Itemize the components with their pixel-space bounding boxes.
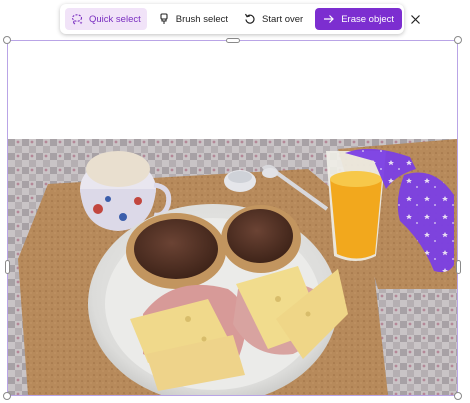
breakfast-photo[interactable]: [8, 139, 457, 395]
start-over-button[interactable]: Start over: [238, 8, 309, 30]
quick-select-label: Quick select: [89, 13, 141, 25]
resize-handle-top[interactable]: [226, 38, 240, 43]
start-over-label: Start over: [262, 13, 304, 25]
lasso-sparkle-icon: [71, 14, 83, 25]
photo-image: [8, 139, 457, 395]
resize-handle-left[interactable]: [5, 260, 10, 274]
resize-handle-top-left[interactable]: [3, 36, 11, 44]
resize-handle-bottom-right[interactable]: [454, 392, 462, 400]
close-button[interactable]: [406, 8, 431, 30]
erase-object-button[interactable]: Erase object: [315, 8, 403, 30]
arrow-right-icon: [324, 15, 335, 23]
close-icon: [411, 14, 420, 24]
erase-toolbar: Quick select Brush select Start over Era…: [60, 4, 420, 34]
resize-handle-bottom-left[interactable]: [3, 392, 11, 400]
brush-select-label: Brush select: [175, 13, 229, 25]
resize-handle-right[interactable]: [456, 260, 461, 274]
erase-object-label: Erase object: [341, 13, 395, 25]
brush-select-button[interactable]: Brush select: [152, 8, 234, 30]
resize-handle-top-right[interactable]: [454, 36, 462, 44]
brush-icon: [160, 13, 168, 24]
rotate-ccw-icon: [245, 13, 255, 24]
quick-select-button[interactable]: Quick select: [65, 8, 147, 30]
